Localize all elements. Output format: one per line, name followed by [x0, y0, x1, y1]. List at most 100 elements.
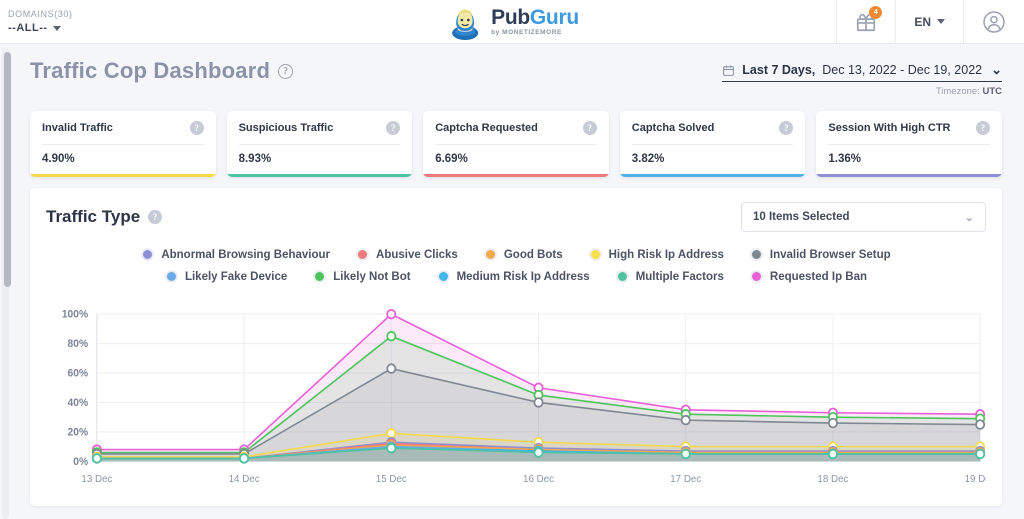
page-content: Traffic Cop Dashboard ? Last 7 Days, Dec… — [0, 44, 1024, 519]
legend-label: Good Bots — [503, 248, 563, 261]
user-account-button[interactable] — [963, 0, 1024, 44]
kpi-card-captcha-solved[interactable]: Captcha Solved ? 3.82% — [619, 111, 806, 177]
panel-title-text: Traffic Type — [46, 207, 141, 226]
page-title: Traffic Cop Dashboard ? — [30, 58, 294, 84]
legend-item-abnormal-browsing-behaviour[interactable]: Abnormal Browsing Behaviour — [141, 248, 330, 261]
legend-label: Invalid Browser Setup — [769, 248, 891, 261]
user-avatar-icon — [983, 10, 1005, 33]
language-dropdown[interactable]: EN — [895, 0, 963, 44]
help-icon[interactable]: ? — [386, 121, 401, 135]
domains-dropdown[interactable]: --ALL-- — [8, 22, 73, 34]
kpi-card-session-high-ctr[interactable]: Session With High CTR ? 1.36% — [816, 111, 1002, 177]
legend-label: Abnormal Browsing Behaviour — [161, 248, 331, 261]
help-icon[interactable]: ? — [779, 121, 794, 135]
kpi-card-invalid-traffic[interactable]: Invalid Traffic ? 4.90% — [30, 111, 216, 177]
svg-text:18 Dec: 18 Dec — [817, 474, 848, 485]
divider — [828, 144, 990, 145]
kpi-title: Captcha Solved — [631, 122, 715, 134]
svg-text:16 Dec: 16 Dec — [523, 474, 554, 485]
kpi-card-captcha-requested[interactable]: Captcha Requested ? 6.69% — [423, 111, 609, 177]
help-icon[interactable]: ? — [189, 121, 204, 135]
domains-selector-group: DOMAINS(30) --ALL-- — [0, 9, 73, 34]
date-preset-label: Last 7 Days, — [742, 63, 816, 77]
kpi-accent-bar — [30, 174, 216, 177]
logo-pub-text: Pub — [491, 5, 530, 29]
page-header: Traffic Cop Dashboard ? Last 7 Days, Dec… — [14, 44, 1010, 105]
help-icon[interactable]: ? — [148, 210, 163, 224]
logo-wordmark: PubGuru by MONETIZEMORE — [491, 7, 579, 37]
svg-text:100%: 100% — [62, 309, 89, 321]
svg-text:20%: 20% — [68, 426, 89, 438]
help-icon[interactable]: ? — [278, 63, 294, 79]
legend-row-2: Likely Fake Device Likely Not Bot Medium… — [46, 270, 986, 283]
date-range-button[interactable]: Last 7 Days, Dec 13, 2022 - Dec 19, 2022… — [722, 62, 1002, 82]
kpi-card-suspicious-traffic[interactable]: Suspicious Traffic ? 8.93% — [226, 111, 413, 177]
kpi-value: 6.69% — [435, 153, 468, 165]
svg-text:60%: 60% — [68, 367, 89, 379]
kpi-value: 4.90% — [42, 153, 75, 165]
page-scrollbar-thumb[interactable] — [4, 52, 11, 287]
app-logo[interactable]: PubGuru by MONETIZEMORE — [445, 2, 579, 42]
traffic-type-chart[interactable]: 0% 20% 40% 60% 80% 100% 13 Dec 14 Dec 15 Dec 16 D… — [46, 308, 986, 492]
legend-item-likely-fake-device[interactable]: Likely Fake Device — [164, 270, 287, 283]
kpi-title: Captcha Requested — [435, 122, 538, 134]
kpi-accent-bar — [619, 174, 806, 177]
rewards-button[interactable]: 4 — [836, 0, 895, 44]
legend-item-high-risk-ip-address[interactable]: High Risk Ip Address — [588, 248, 724, 261]
legend-color-dot — [141, 248, 155, 261]
chevron-down-icon: ⌄ — [991, 62, 1002, 77]
page-scrollbar-track[interactable] — [2, 48, 11, 519]
legend-label: Medium Risk Ip Address — [456, 270, 590, 283]
legend-label: Abusive Clicks — [376, 248, 458, 261]
legend-color-dot — [436, 270, 450, 283]
multiselect-value: 10 Items Selected — [753, 211, 850, 223]
svg-text:15 Dec: 15 Dec — [376, 474, 407, 485]
svg-text:17 Dec: 17 Dec — [670, 474, 701, 485]
kpi-value: 3.82% — [631, 153, 665, 165]
legend-color-dot — [356, 248, 370, 261]
legend-color-dot — [615, 270, 629, 283]
pubguru-mascot-icon — [452, 9, 479, 40]
chevron-down-icon — [937, 19, 945, 24]
rewards-badge-count: 4 — [869, 5, 883, 19]
timezone-info: Timezone: UTC — [722, 86, 1002, 97]
legend-row-1: Abnormal Browsing Behaviour Abusive Clic… — [46, 248, 986, 261]
legend-color-dot — [483, 248, 497, 261]
timezone-value: UTC — [982, 86, 1002, 97]
traffic-type-multiselect[interactable]: 10 Items Selected ⌄ — [741, 202, 986, 232]
legend-item-abusive-clicks[interactable]: Abusive Clicks — [356, 248, 458, 261]
top-bar: DOMAINS(30) --ALL-- PubGuru by MONETIZEM… — [0, 0, 1024, 44]
help-icon[interactable]: ? — [975, 121, 990, 135]
top-bar-actions: 4 EN — [836, 0, 1024, 44]
divider — [238, 144, 401, 145]
domains-dropdown-value: --ALL-- — [8, 22, 48, 34]
kpi-accent-bar — [226, 174, 413, 177]
language-value: EN — [914, 14, 931, 29]
legend-item-invalid-browser-setup[interactable]: Invalid Browser Setup — [749, 248, 891, 261]
date-range-label: Dec 13, 2022 - Dec 19, 2022 — [822, 63, 983, 77]
kpi-value: 8.93% — [238, 153, 272, 165]
legend-label: Likely Not Bot — [333, 270, 411, 283]
legend-item-multiple-factors[interactable]: Multiple Factors — [615, 270, 724, 283]
legend-item-requested-ip-ban[interactable]: Requested Ip Ban — [749, 270, 868, 283]
kpi-accent-bar — [816, 174, 1002, 177]
svg-text:19 Dec: 19 Dec — [965, 474, 986, 485]
legend-color-dot — [749, 270, 763, 283]
legend-item-likely-not-bot[interactable]: Likely Not Bot — [313, 270, 411, 283]
help-icon[interactable]: ? — [582, 121, 597, 135]
legend-color-dot — [164, 270, 178, 283]
legend-color-dot — [313, 270, 327, 283]
svg-text:0%: 0% — [73, 456, 88, 468]
legend-label: Requested Ip Ban — [769, 270, 868, 283]
chart-legend: Abnormal Browsing Behaviour Abusive Clic… — [46, 248, 986, 283]
svg-text:80%: 80% — [68, 338, 89, 350]
panel-header: Traffic Type ? 10 Items Selected ⌄ — [46, 202, 986, 232]
svg-text:13 Dec: 13 Dec — [81, 474, 112, 485]
calendar-icon — [723, 65, 735, 76]
panel-title: Traffic Type ? — [46, 207, 163, 227]
legend-item-good-bots[interactable]: Good Bots — [483, 248, 563, 261]
divider — [631, 144, 794, 145]
legend-item-medium-risk-ip-address[interactable]: Medium Risk Ip Address — [436, 270, 590, 283]
kpi-value: 1.36% — [828, 153, 861, 165]
date-range-selector[interactable]: Last 7 Days, Dec 13, 2022 - Dec 19, 2022… — [722, 58, 1002, 97]
